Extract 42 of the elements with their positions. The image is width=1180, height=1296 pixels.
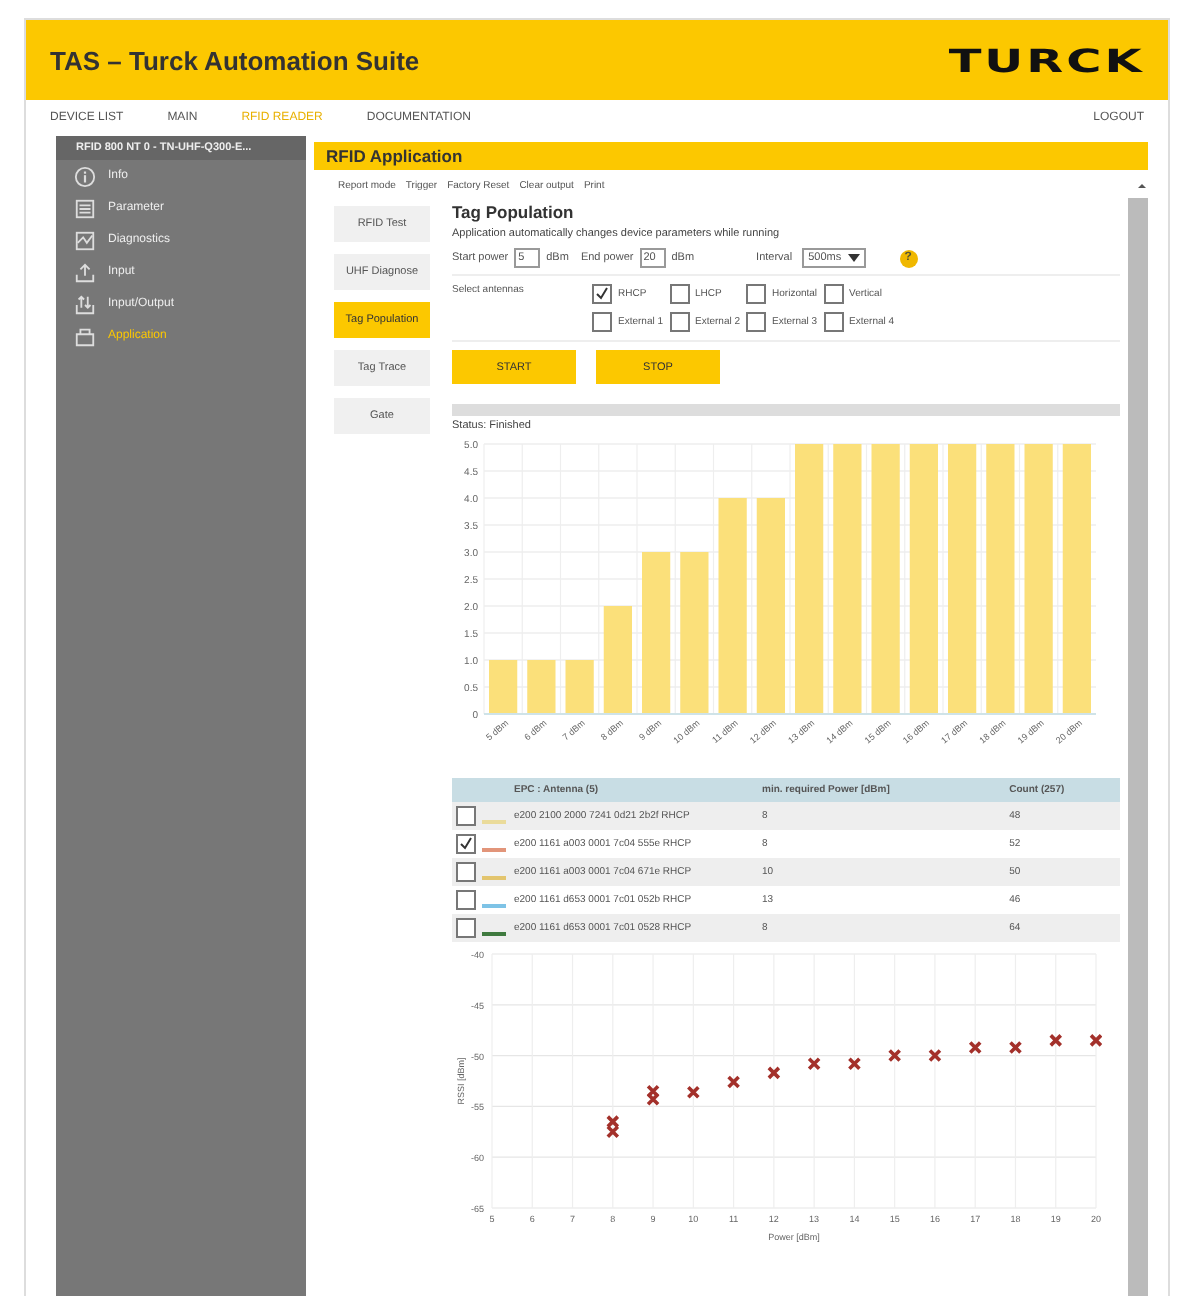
checkbox[interactable] [669,284,690,304]
checkbox[interactable] [456,890,476,910]
checkbox[interactable] [746,312,767,332]
data-point [968,1040,982,1055]
diagnostics-icon [74,229,96,251]
logo: TURCK [947,41,1144,79]
bar [603,606,632,714]
scrollbar[interactable] [1128,198,1148,1296]
info-icon [74,165,96,187]
checkbox[interactable] [456,862,476,882]
data-point [1048,1033,1063,1048]
column-header [452,778,510,802]
checkbox[interactable] [456,834,476,854]
app-title: TAS – Turck Automation Suite [50,45,420,75]
application-icon [74,325,96,347]
data-point [726,1075,741,1089]
data-point [847,1056,862,1071]
data-point [928,1048,942,1063]
inout-icon [74,293,96,315]
bar [489,660,518,714]
checkbox[interactable] [823,284,844,304]
checkbox[interactable] [592,284,612,304]
parameter-icon [74,197,96,219]
checkbox[interactable] [456,918,476,938]
checkbox[interactable] [823,312,844,332]
checkbox[interactable] [669,312,690,332]
checkbox[interactable] [592,312,612,332]
caret-icon [847,254,860,262]
checkbox[interactable] [746,284,767,304]
scroll-up-icon[interactable] [1136,180,1148,192]
data-point [887,1048,902,1063]
panel-title: Tag Population [452,202,576,222]
data-point [807,1056,821,1071]
data-point [1089,1033,1102,1048]
data-point [1008,1040,1023,1055]
page-title: RFID Application [314,142,1148,170]
data-point [686,1085,701,1099]
bar [565,660,594,714]
input-icon [74,261,96,283]
checkbox[interactable] [456,806,476,826]
bar [527,660,556,714]
data-point [767,1066,781,1080]
